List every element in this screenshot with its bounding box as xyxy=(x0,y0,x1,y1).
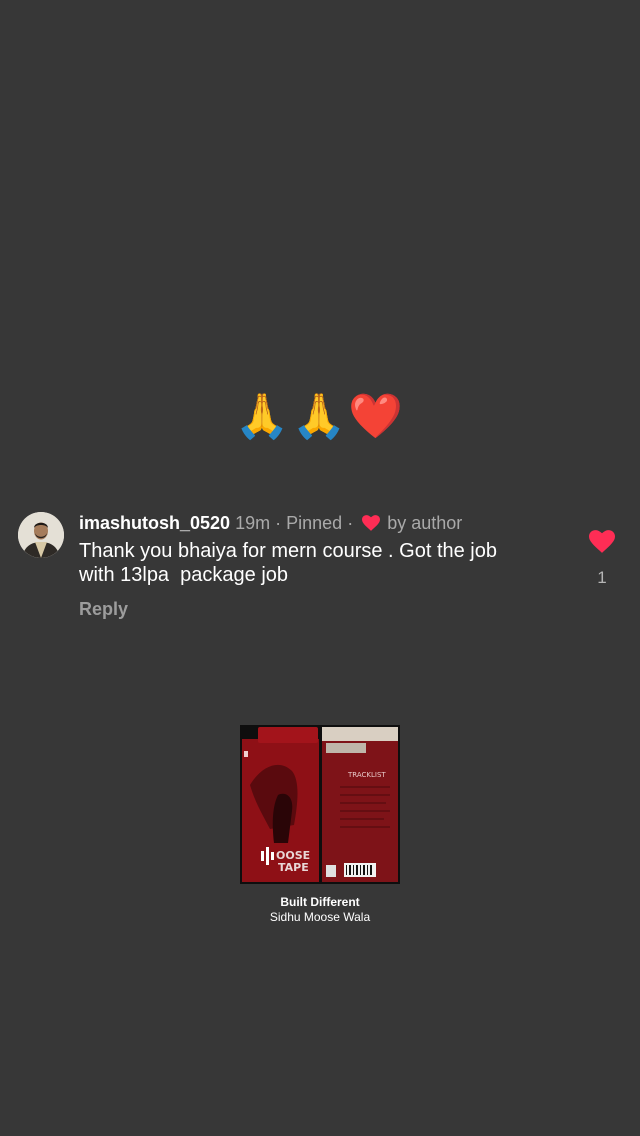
song-title: Built Different xyxy=(280,895,360,909)
svg-text:TAPE: TAPE xyxy=(278,861,309,874)
comment-meta: imashutosh_0520 19m · Pinned · by author xyxy=(79,512,462,536)
comment: imashutosh_0520 19m · Pinned · by author… xyxy=(18,508,622,628)
liked-by-author-label: by author xyxy=(387,513,463,533)
song-artist: Sidhu Moose Wala xyxy=(269,910,371,924)
avatar[interactable] xyxy=(18,512,64,558)
comment-time: 19m xyxy=(235,513,271,533)
music-sticker[interactable]: OOSE TAPE TRACKLIST Built Different Sidh… xyxy=(240,725,400,925)
reaction-emojis: 🙏🙏❤️ xyxy=(234,391,406,442)
pinned-label: Pinned xyxy=(286,513,343,533)
meta-separator: · xyxy=(275,513,282,533)
heart-icon[interactable] xyxy=(589,530,615,557)
reply-button[interactable]: Reply xyxy=(79,598,128,620)
comment-username[interactable]: imashutosh_0520 xyxy=(79,513,230,533)
comment-text: Thank you bhaiya for mern course . Got t… xyxy=(79,540,497,586)
meta-separator: · xyxy=(347,513,354,533)
like-button[interactable]: 1 xyxy=(582,530,622,588)
like-count: 1 xyxy=(597,568,607,587)
svg-text:TRACKLIST: TRACKLIST xyxy=(347,771,386,779)
screen: 🙏🙏❤️ imashutosh_0520 19m · Pinned · by a… xyxy=(0,0,640,1136)
heart-icon xyxy=(362,514,381,536)
album-cover[interactable]: OOSE TAPE TRACKLIST xyxy=(240,725,400,884)
